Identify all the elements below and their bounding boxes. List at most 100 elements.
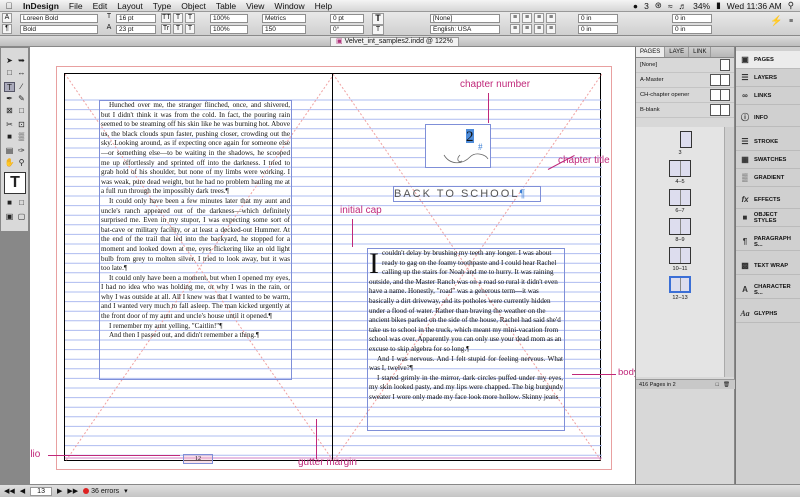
line-tool-icon[interactable]: ∕	[16, 82, 27, 92]
menu-layout[interactable]: Layout	[112, 1, 148, 11]
align-left-icon[interactable]: ≡	[510, 13, 520, 23]
text-stroke-icon[interactable]: T	[372, 25, 384, 35]
align-center-icon[interactable]: ≡	[522, 13, 532, 23]
vertical-scale-field[interactable]: 100%	[210, 14, 248, 23]
wifi-icon[interactable]: ≈	[668, 1, 673, 11]
character-style-field[interactable]: [None]	[430, 14, 500, 23]
pages-scrollbar[interactable]	[724, 127, 734, 377]
formatting-affects-text-icon[interactable]: T	[4, 172, 26, 194]
dock-info[interactable]: ⓘ INFO	[736, 109, 800, 127]
scissors-tool-icon[interactable]: ✂	[4, 120, 15, 130]
justify-left-icon[interactable]: ≡	[510, 24, 520, 34]
dock-gradient[interactable]: ▒ GRADIENT	[736, 169, 800, 187]
lightning-icon[interactable]: ⚡	[770, 17, 782, 28]
small-caps-icon[interactable]: Tr	[161, 24, 171, 34]
normal-view-icon[interactable]: ▣	[4, 212, 15, 222]
align-right-icon[interactable]: ≡	[534, 13, 544, 23]
justify-all-icon[interactable]: ≡	[534, 24, 544, 34]
dock-swatches[interactable]: ▦ SWATCHES	[736, 151, 800, 169]
pencil-tool-icon[interactable]: ✎	[16, 94, 27, 104]
menu-type[interactable]: Type	[148, 1, 176, 11]
eyedropper-tool-icon[interactable]: ✑	[16, 146, 27, 156]
page-spreads-list[interactable]: 3 4–5 6–7 8–9 10–11 12–13	[636, 127, 724, 377]
page-12[interactable]: Hunched over me, the stranger flinched, …	[64, 73, 334, 464]
text-fill-icon[interactable]: T	[372, 13, 384, 25]
document-workspace[interactable]: Hunched over me, the stranger flinched, …	[30, 47, 635, 484]
spread-4-5[interactable]	[669, 160, 691, 177]
menu-view[interactable]: View	[241, 1, 269, 11]
rectangle-frame-tool-icon[interactable]: ⊠	[4, 106, 15, 116]
folio-frame[interactable]: 12	[183, 454, 213, 464]
type-tool-icon[interactable]: T	[4, 82, 15, 92]
space-before-field[interactable]: 0 in	[672, 14, 712, 23]
menu-table[interactable]: Table	[211, 1, 241, 11]
subscript-icon[interactable]: T	[173, 24, 183, 34]
last-page-icon[interactable]: ▶▶	[67, 487, 78, 495]
dock-paragraph-styles[interactable]: ¶ PARAGRAPH S...	[736, 233, 800, 251]
dock-character-styles[interactable]: A CHARACTER S...	[736, 281, 800, 299]
all-caps-icon[interactable]: TT	[161, 13, 171, 23]
preview-view-icon[interactable]: ▢	[16, 212, 27, 222]
tab-pages[interactable]: PAGES	[636, 47, 666, 57]
language-field[interactable]: English: USA	[430, 25, 500, 34]
menu-window[interactable]: Window	[269, 1, 309, 11]
pen-tool-icon[interactable]: ✒	[4, 94, 15, 104]
master-b[interactable]: B-blank	[636, 103, 734, 118]
align-spine-icon[interactable]: ≡	[546, 24, 556, 34]
right-body-text-frame[interactable]: I couldn't delay by brushing my teeth an…	[367, 248, 565, 431]
page-number-field[interactable]: 13	[30, 486, 52, 496]
note-tool-icon[interactable]: ▤	[4, 146, 15, 156]
creative-cloud-icon[interactable]: ●	[633, 1, 638, 11]
left-body-text-frame[interactable]: Hunched over me, the stranger flinched, …	[99, 100, 292, 380]
hand-tool-icon[interactable]: ✋	[4, 158, 15, 168]
spotlight-icon[interactable]: ⚲	[788, 0, 794, 11]
prev-page-icon[interactable]: ◀	[20, 487, 25, 495]
menu-object[interactable]: Object	[176, 1, 211, 11]
dock-layers[interactable]: ☰ LAYERS	[736, 69, 800, 87]
document-tab[interactable]: ▣ Velvet_int_samples2.indd @ 122%	[330, 37, 459, 46]
selection-tool-icon[interactable]: ➤	[4, 56, 15, 66]
master-none[interactable]: [None]	[636, 58, 734, 73]
tracking-field[interactable]: 150	[262, 25, 306, 34]
chapter-number-frame[interactable]: 2 #	[425, 124, 491, 168]
badge-count[interactable]: 3	[644, 1, 649, 11]
dock-pages[interactable]: ▣ PAGES	[736, 51, 800, 69]
gap-tool-icon[interactable]: ↔	[16, 68, 27, 78]
volume-icon[interactable]: ♬	[679, 1, 688, 11]
paragraph-mode-icon[interactable]: ¶	[2, 24, 12, 34]
page-13[interactable]: 2 # BACK TO SCHOOL¶ I couldn't delay by …	[332, 73, 602, 462]
leading-field[interactable]: 23 pt	[116, 25, 156, 34]
menu-file[interactable]: File	[64, 1, 88, 11]
new-page-icon[interactable]: □	[716, 380, 719, 390]
justify-icon[interactable]: ≡	[546, 13, 556, 23]
panel-menu-icon[interactable]: ≡	[786, 18, 796, 28]
spread-10-11[interactable]	[669, 247, 691, 264]
first-page-icon[interactable]: ◀◀	[4, 487, 15, 495]
zoom-tool-icon[interactable]: ⚲	[16, 158, 27, 168]
justify-center-icon[interactable]: ≡	[522, 24, 532, 34]
delete-page-icon[interactable]: 🗑	[723, 380, 730, 390]
next-page-icon[interactable]: ▶	[57, 487, 62, 495]
preflight-status[interactable]: 36 errors	[83, 488, 119, 495]
skew-field[interactable]: 0°	[330, 25, 364, 34]
battery-level[interactable]: 34%	[693, 1, 710, 11]
dock-effects[interactable]: fx EFFECTS	[736, 191, 800, 209]
apple-icon[interactable]: 	[0, 1, 18, 11]
kerning-field[interactable]: Metrics	[262, 14, 306, 23]
spread-6-7[interactable]	[669, 189, 691, 206]
left-indent-field[interactable]: 0 in	[578, 14, 618, 23]
fill-swatch-icon[interactable]: ■	[4, 198, 15, 208]
font-style-field[interactable]: Bold	[20, 25, 98, 34]
spread-3[interactable]	[680, 131, 692, 148]
rectangle-tool-icon[interactable]: □	[16, 106, 27, 116]
font-size-field[interactable]: 16 pt	[116, 14, 156, 23]
strikethrough-icon[interactable]: T	[185, 24, 195, 34]
open-preflight-icon[interactable]: ▾	[124, 487, 128, 495]
spread-8-9[interactable]	[669, 218, 691, 235]
master-a[interactable]: A-Master	[636, 73, 734, 88]
spread-12-13[interactable]	[669, 276, 691, 293]
dock-text-wrap[interactable]: ▩ TEXT WRAP	[736, 257, 800, 275]
page-tool-icon[interactable]: □	[4, 68, 15, 78]
superscript-icon[interactable]: T	[173, 13, 183, 23]
dock-stroke[interactable]: ☰ STROKE	[736, 133, 800, 151]
